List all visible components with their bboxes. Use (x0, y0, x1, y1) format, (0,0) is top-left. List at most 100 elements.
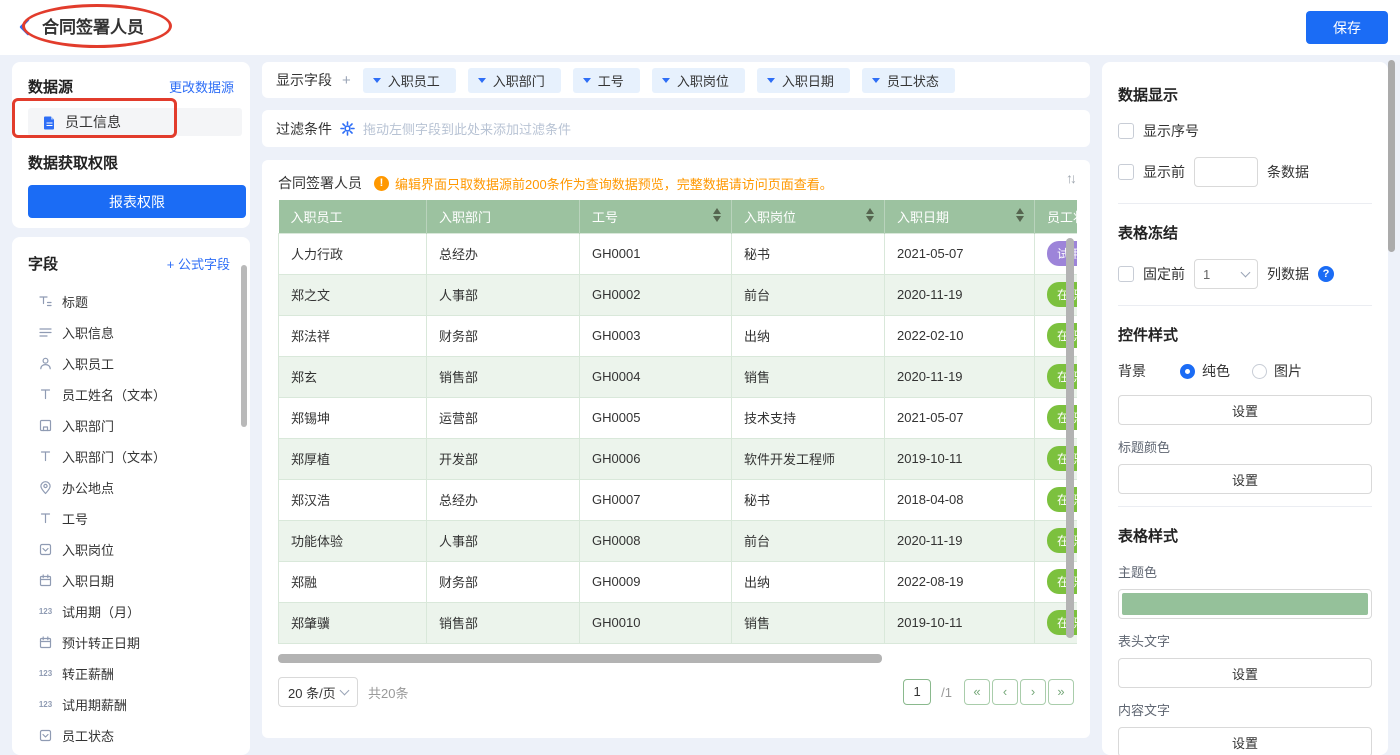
field-item[interactable]: 入职员工 (28, 348, 238, 379)
display-field-chip[interactable]: 入职员工 (363, 68, 456, 93)
sort-icon[interactable] (713, 208, 721, 222)
chevron-down-icon (340, 686, 350, 696)
add-formula-field-link[interactable]: + 公式字段 (167, 254, 230, 273)
divider (1118, 203, 1372, 204)
table-cell: 总经办 (427, 233, 580, 274)
filter-placeholder: 拖动左侧字段到此处来添加过滤条件 (363, 119, 571, 138)
field-item[interactable]: 入职岗位 (28, 534, 238, 565)
column-header[interactable]: 入职日期 (885, 200, 1035, 233)
chip-label: 员工状态 (887, 71, 939, 90)
field-item[interactable]: 入职信息 (28, 317, 238, 348)
table-cell: 郑玄 (279, 356, 427, 397)
display-field-chip[interactable]: 工号 (573, 68, 640, 93)
total-count: 共20条 (368, 683, 408, 702)
last-page-button[interactable]: » (1048, 679, 1074, 705)
field-item[interactable]: 123转正薪酬 (28, 658, 238, 689)
table-cell: 人事部 (427, 520, 580, 561)
freeze-count-select[interactable]: 1 (1194, 259, 1258, 289)
field-item[interactable]: 入职部门（文本） (28, 441, 238, 472)
header-text-label: 表头文字 (1118, 631, 1372, 650)
fields-scrollbar[interactable] (241, 265, 247, 427)
title-icon (38, 294, 53, 309)
table-cell: 功能体验 (279, 520, 427, 561)
display-field-chip[interactable]: 入职日期 (757, 68, 850, 93)
show-first-checkbox[interactable] (1118, 164, 1134, 180)
number-icon: 123 (38, 697, 53, 712)
field-item[interactable]: 入职日期 (28, 565, 238, 596)
table-cell: 出纳 (732, 561, 885, 602)
theme-color-swatch[interactable] (1118, 589, 1372, 619)
settings-panel-scrollbar[interactable] (1388, 60, 1395, 252)
page-size-value: 20 条/页 (288, 683, 336, 702)
number-icon: 123 (38, 666, 53, 681)
bg-image-radio[interactable]: 图片 (1252, 361, 1302, 381)
display-field-chip[interactable]: 入职岗位 (652, 68, 745, 93)
field-item-label: 办公地点 (62, 478, 114, 497)
widget-style-title: 控件样式 (1118, 324, 1372, 345)
table-vertical-scrollbar[interactable] (1066, 238, 1074, 638)
background-set-button[interactable]: 设置 (1118, 395, 1372, 425)
table-cell: 总经办 (427, 479, 580, 520)
add-display-field-button[interactable]: + (342, 72, 351, 89)
field-item-label: 预计转正日期 (62, 633, 140, 652)
column-header[interactable]: 工号 (580, 200, 732, 233)
field-item[interactable]: 工号 (28, 503, 238, 534)
display-field-chip[interactable]: 员工状态 (862, 68, 955, 93)
table-cell: 开发部 (427, 438, 580, 479)
table-row: 功能体验人事部GH0008前台2020-11-19在职 (279, 520, 1078, 561)
column-header-label: 工号 (592, 210, 618, 225)
header-text-set-button[interactable]: 设置 (1118, 658, 1372, 688)
fields-card: 字段 + 公式字段 标题入职信息入职员工员工姓名（文本）入职部门入职部门（文本）… (12, 237, 250, 755)
help-icon[interactable]: ? (1318, 266, 1334, 282)
show-index-label: 显示序号 (1143, 121, 1199, 141)
field-item[interactable]: 123 试用期薪酬 (28, 689, 238, 720)
table-cell: 2018-04-08 (885, 479, 1035, 520)
back-icon[interactable] (16, 17, 36, 37)
column-header[interactable]: 入职岗位 (732, 200, 885, 233)
content-text-set-button[interactable]: 设置 (1118, 727, 1372, 755)
bg-solid-label: 纯色 (1202, 361, 1230, 381)
column-header-label: 入职员工 (291, 210, 343, 225)
page-number-input[interactable]: 1 (903, 679, 931, 705)
prev-page-button[interactable]: ‹ (992, 679, 1018, 705)
default-sort-icon[interactable]: ↑↓ (1066, 170, 1074, 186)
next-page-button[interactable]: › (1020, 679, 1046, 705)
change-datasource-link[interactable]: 更改数据源 (169, 77, 234, 96)
field-item[interactable]: 办公地点 (28, 472, 238, 503)
chevron-down-icon (583, 78, 591, 83)
field-item-label: 工号 (62, 509, 88, 528)
page-size-select[interactable]: 20 条/页 (278, 677, 358, 707)
first-page-button[interactable]: « (964, 679, 990, 705)
chip-label: 入职日期 (782, 71, 834, 90)
field-item[interactable]: 员工状态 (28, 720, 238, 751)
table-horizontal-scrollbar[interactable] (278, 654, 882, 663)
bg-solid-radio[interactable]: 纯色 (1180, 361, 1230, 381)
field-item[interactable]: 员工姓名（文本） (28, 379, 238, 410)
group-icon (38, 325, 53, 340)
datasource-item[interactable]: 员工信息 (28, 108, 242, 136)
sort-icon[interactable] (1016, 208, 1024, 222)
field-item[interactable]: 123试用期（月） (28, 596, 238, 627)
show-index-checkbox[interactable] (1118, 123, 1134, 139)
field-item[interactable]: 入职部门 (28, 410, 238, 441)
table-cell: 郑法祥 (279, 315, 427, 356)
save-button[interactable]: 保存 (1306, 11, 1388, 44)
field-item-label: 试用期薪酬 (62, 695, 127, 714)
data-table: 入职员工入职部门工号入职岗位入职日期员工状态 人力行政总经办GH0001秘书20… (278, 200, 1077, 644)
title-color-set-button[interactable]: 设置 (1118, 464, 1372, 494)
field-item[interactable]: 预计转正日期 (28, 627, 238, 658)
freeze-checkbox[interactable] (1118, 266, 1134, 282)
show-first-input[interactable] (1194, 157, 1258, 187)
report-permission-button[interactable]: 报表权限 (28, 185, 246, 218)
field-item[interactable]: 标题 (28, 286, 238, 317)
table-cell: 前台 (732, 520, 885, 561)
chevron-down-icon (1241, 268, 1251, 278)
display-fields-bar: 显示字段 + 入职员工入职部门工号入职岗位入职日期员工状态 (262, 62, 1090, 98)
field-item-label: 入职信息 (62, 323, 114, 342)
display-field-chip[interactable]: 入职部门 (468, 68, 561, 93)
sort-icon[interactable] (866, 208, 874, 222)
field-item-label: 入职日期 (62, 571, 114, 590)
chip-label: 工号 (598, 71, 624, 90)
table-cell: GH0010 (580, 602, 732, 643)
gear-icon[interactable] (340, 121, 355, 136)
